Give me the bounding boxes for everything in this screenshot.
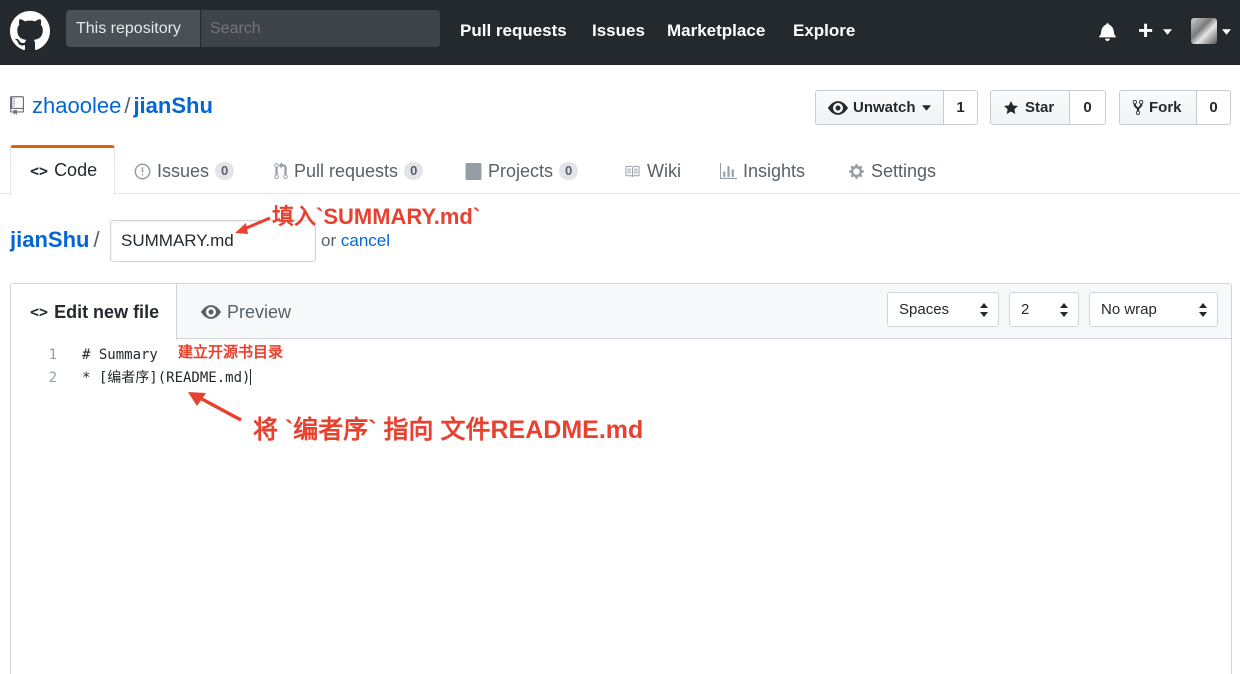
code-icon: <> <box>30 303 49 321</box>
cancel-link[interactable]: cancel <box>341 231 390 250</box>
tab-projects[interactable]: Projects 0 <box>465 158 579 184</box>
star-label: Star <box>1025 99 1055 116</box>
line-number: 2 <box>48 370 57 386</box>
graph-icon <box>720 162 737 179</box>
nav-explore[interactable]: Explore <box>793 19 855 43</box>
tab-projects-label: Projects <box>488 160 554 181</box>
watch-group: Unwatch 1 <box>815 90 978 125</box>
forks-count[interactable]: 0 <box>1197 90 1231 125</box>
pull-request-icon <box>274 162 288 179</box>
tab-code[interactable]: <> Code <box>10 145 115 195</box>
annotation-arrow-icon <box>188 392 242 422</box>
code-line-text: * [编者序](README.md) <box>82 370 251 386</box>
tab-issues[interactable]: Issues 0 <box>134 158 235 184</box>
nav-marketplace[interactable]: Marketplace <box>667 19 765 43</box>
search-input[interactable] <box>201 10 440 47</box>
repo-title: zhaoolee / jianShu <box>32 92 213 120</box>
file-breadcrumb: jianShu / <box>10 225 100 255</box>
star-group: Star 0 <box>990 90 1106 125</box>
global-header: This repository Pull requests Issues Mar… <box>0 0 1240 65</box>
wrap-mode-select[interactable]: No wrap <box>1089 292 1218 327</box>
chevron-down-icon[interactable] <box>1163 29 1172 35</box>
unwatch-chevron-down-icon <box>921 104 931 111</box>
fork-label: Fork <box>1149 99 1182 116</box>
tab-edit-new-file[interactable]: <> Edit new file <box>11 284 177 340</box>
tab-pull-requests-label: Pull requests <box>294 160 399 181</box>
select-arrows-icon <box>1060 303 1068 317</box>
issue-icon <box>134 163 151 179</box>
tab-issues-label: Issues <box>157 160 210 181</box>
repo-icon <box>10 96 24 115</box>
breadcrumb-separator: / <box>93 227 100 252</box>
wrap-mode-value: No wrap <box>1101 301 1157 318</box>
gear-icon <box>849 163 864 179</box>
repo-title-separator: / <box>124 93 131 118</box>
tab-edit-new-file-label: Edit new file <box>54 301 160 322</box>
fork-icon <box>1132 100 1144 115</box>
select-arrows-icon <box>1199 303 1207 317</box>
tab-pull-requests-count: 0 <box>404 162 424 180</box>
tabs-divider <box>0 193 1240 194</box>
tab-issues-count: 0 <box>215 162 235 180</box>
bell-icon[interactable] <box>1099 22 1116 41</box>
stargazers-count[interactable]: 0 <box>1070 90 1106 125</box>
book-icon <box>625 165 640 177</box>
editor-toolbar: <> Edit new file Preview Spaces 2 No wra… <box>11 284 1231 340</box>
indent-size-select[interactable]: 2 <box>1009 292 1079 327</box>
tab-pull-requests[interactable]: Pull requests 0 <box>274 158 424 184</box>
eye-icon <box>201 305 221 319</box>
star-icon <box>1004 100 1018 114</box>
annotation-arrow-icon <box>235 216 271 234</box>
code-line[interactable]: # Summary <box>82 344 158 367</box>
breadcrumb-repo-link[interactable]: jianShu <box>10 227 89 252</box>
repo-name-link[interactable]: jianShu <box>133 93 212 118</box>
search-scope-label: This repository <box>66 10 200 47</box>
avatar-chevron-down-icon[interactable] <box>1222 29 1231 35</box>
watchers-count[interactable]: 1 <box>944 90 978 125</box>
project-icon <box>465 162 482 180</box>
indent-mode-select[interactable]: Spaces <box>887 292 999 327</box>
annotation-toc: 建立开源书目录 <box>178 344 284 361</box>
indent-mode-value: Spaces <box>899 301 950 318</box>
annotation-link: 将 `编者序` 指向 文件README.md <box>253 416 644 444</box>
tab-insights[interactable]: Insights <box>720 158 805 184</box>
tab-projects-count: 0 <box>559 162 579 180</box>
tab-code-label: Code <box>54 160 98 180</box>
tab-wiki-label: Wiki <box>647 160 681 181</box>
or-cancel: or cancel <box>321 231 390 251</box>
unwatch-label: Unwatch <box>853 99 916 116</box>
tab-settings[interactable]: Settings <box>848 158 936 184</box>
text-cursor <box>250 369 252 385</box>
nav-pull-requests[interactable]: Pull requests <box>460 19 567 43</box>
code-icon: <> <box>30 161 49 180</box>
nav-issues[interactable]: Issues <box>592 19 645 43</box>
code-line[interactable]: * [编者序](README.md) <box>82 367 252 390</box>
fork-button[interactable]: Fork <box>1119 90 1197 125</box>
tab-settings-label: Settings <box>871 160 937 181</box>
repo-owner-link[interactable]: zhaoolee <box>32 93 121 118</box>
or-text: or <box>321 231 337 250</box>
fork-group: Fork 0 <box>1119 90 1231 125</box>
tab-preview-label: Preview <box>227 301 292 322</box>
star-button[interactable]: Star <box>990 90 1070 125</box>
github-logo-icon[interactable] <box>10 11 50 51</box>
annotation-filename: 填入`SUMMARY.md` <box>272 204 481 229</box>
indent-size-value: 2 <box>1021 301 1030 318</box>
tab-preview[interactable]: Preview <box>201 284 291 340</box>
line-number: 1 <box>48 347 57 363</box>
tab-wiki[interactable]: Wiki <box>623 158 681 184</box>
unwatch-button[interactable]: Unwatch <box>815 90 944 125</box>
avatar[interactable] <box>1191 18 1217 44</box>
eye-icon <box>828 100 848 115</box>
tab-insights-label: Insights <box>743 160 806 181</box>
plus-icon[interactable]: + <box>1138 15 1153 45</box>
select-arrows-icon <box>980 303 988 317</box>
